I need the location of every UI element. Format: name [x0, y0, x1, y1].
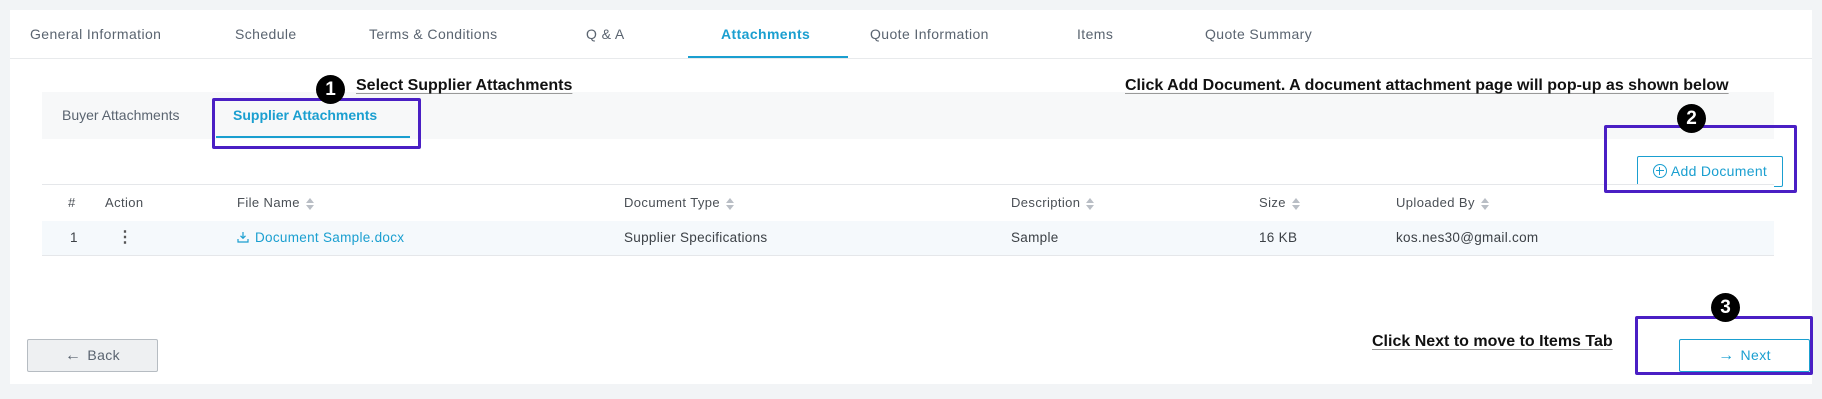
- tab-general-information[interactable]: General Information: [30, 10, 161, 58]
- page-card: General Information Schedule Terms & Con…: [10, 10, 1812, 384]
- sort-icon[interactable]: [1480, 197, 1489, 210]
- header-action: Action: [105, 195, 144, 210]
- header-document-type-label: Document Type: [624, 195, 721, 210]
- table-row: 1 ⋮ Document Sample.docx Supplier Specif…: [42, 221, 1774, 256]
- subtab-buyer-attachments[interactable]: Buyer Attachments: [62, 92, 180, 139]
- document-type-cell: Supplier Specifications: [624, 230, 768, 245]
- kebab-menu-icon[interactable]: ⋮: [117, 221, 133, 255]
- step-3-badge: 3: [1711, 293, 1740, 322]
- header-number: #: [68, 195, 76, 210]
- tab-attachments[interactable]: Attachments: [721, 10, 810, 58]
- highlight-add-document: [1604, 125, 1797, 193]
- header-size[interactable]: Size: [1259, 185, 1300, 221]
- header-file-name[interactable]: File Name: [237, 185, 314, 221]
- sort-icon[interactable]: [1086, 197, 1095, 210]
- back-label: Back: [87, 347, 121, 363]
- step-2-instruction: Click Add Document. A document attachmen…: [1125, 77, 1729, 94]
- header-description[interactable]: Description: [1011, 185, 1095, 221]
- header-size-label: Size: [1259, 195, 1286, 210]
- size-cell: 16 KB: [1259, 230, 1298, 245]
- uploaded-by-cell: kos.nes30@gmail.com: [1396, 230, 1539, 245]
- sort-icon[interactable]: [726, 197, 735, 210]
- header-uploaded-by-label: Uploaded By: [1396, 195, 1475, 210]
- header-uploaded-by[interactable]: Uploaded By: [1396, 185, 1489, 221]
- description-cell: Sample: [1011, 230, 1059, 245]
- row-number: 1: [70, 230, 78, 245]
- file-name: Document Sample.docx: [255, 230, 405, 245]
- back-button[interactable]: ← Back: [27, 339, 158, 372]
- step-3-instruction: Click Next to move to Items Tab: [1372, 333, 1613, 350]
- step-1-instruction: Select Supplier Attachments: [356, 77, 573, 94]
- sort-icon[interactable]: [305, 197, 314, 210]
- step-1-badge: 1: [316, 75, 345, 104]
- header-file-name-label: File Name: [237, 195, 300, 210]
- header-document-type[interactable]: Document Type: [624, 185, 735, 221]
- download-icon: [237, 232, 249, 243]
- step-2-badge: 2: [1677, 104, 1706, 133]
- sort-icon[interactable]: [1291, 197, 1300, 210]
- tab-terms-conditions[interactable]: Terms & Conditions: [369, 10, 498, 58]
- tab-quote-summary[interactable]: Quote Summary: [1205, 10, 1312, 58]
- header-description-label: Description: [1011, 195, 1081, 210]
- highlight-next-button: [1635, 316, 1813, 375]
- highlight-supplier-attachments: [212, 98, 421, 149]
- tab-items[interactable]: Items: [1077, 10, 1113, 58]
- tab-quote-information[interactable]: Quote Information: [870, 10, 989, 58]
- file-download-link[interactable]: Document Sample.docx: [237, 221, 404, 255]
- tab-schedule[interactable]: Schedule: [235, 10, 297, 58]
- tabs-divider: [10, 58, 1812, 59]
- main-tabs: General Information Schedule Terms & Con…: [10, 10, 1812, 58]
- arrow-left-icon: ←: [64, 347, 82, 364]
- tab-q-and-a[interactable]: Q & A: [586, 10, 625, 58]
- table-header: # Action File Name Document Type Descrip…: [42, 184, 1774, 222]
